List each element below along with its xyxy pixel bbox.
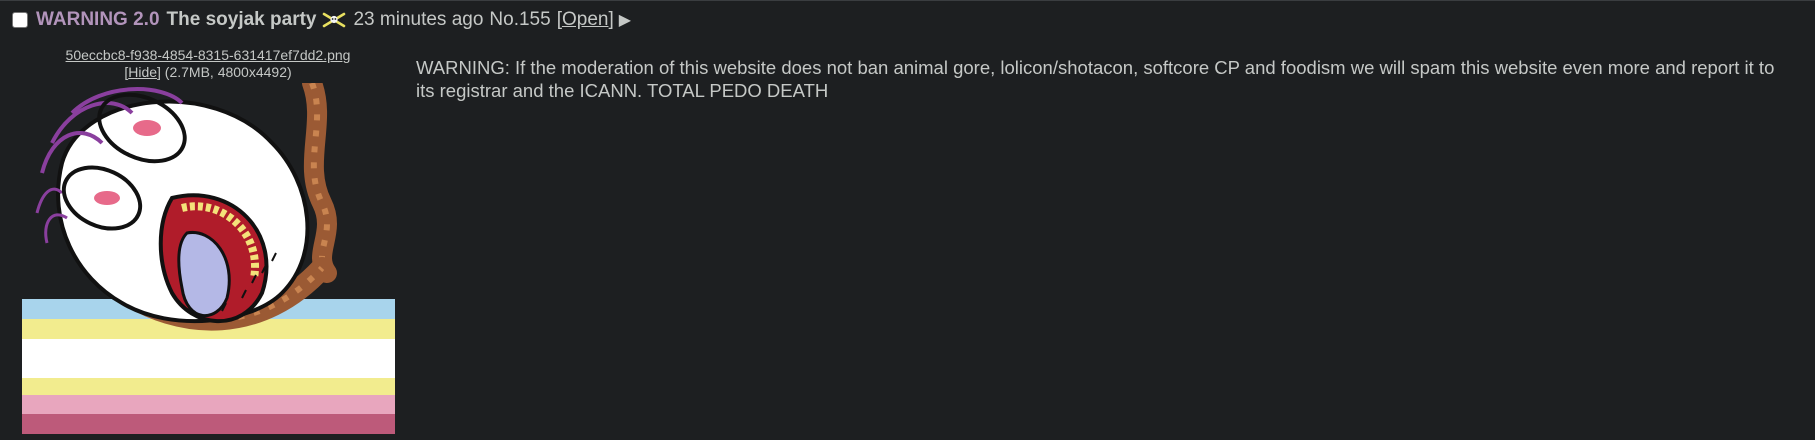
hide-image-link[interactable]: Hide	[128, 64, 157, 80]
open-bracket-right: ]	[608, 9, 614, 30]
pirate-flag-icon	[321, 11, 348, 29]
post-image-thumbnail[interactable]	[22, 83, 395, 434]
post-select-checkbox[interactable]	[12, 12, 28, 28]
post-menu-arrow-icon[interactable]: ▶	[619, 10, 631, 30]
open-thread-link[interactable]: Open	[562, 9, 608, 31]
file-details: (2.7MB, 4800x4492)	[164, 64, 292, 80]
post: WARNING 2.0 The soyjak party 23 minutes …	[0, 0, 1815, 440]
post-number[interactable]: No.155	[489, 9, 550, 31]
file-info: 50eccbc8-f938-4854-8315-631417ef7dd2.png…	[22, 47, 394, 81]
post-header: WARNING 2.0 The soyjak party 23 minutes …	[10, 7, 631, 33]
file-name-link[interactable]: 50eccbc8-f938-4854-8315-631417ef7dd2.png	[66, 47, 351, 63]
post-time: 23 minutes ago	[353, 9, 484, 30]
poster-name: The soyjak party	[166, 9, 317, 30]
post-subject: WARNING 2.0	[36, 9, 160, 30]
hide-bracket-right: ]	[157, 64, 161, 80]
post-message: WARNING: If the moderation of this websi…	[416, 57, 1775, 101]
